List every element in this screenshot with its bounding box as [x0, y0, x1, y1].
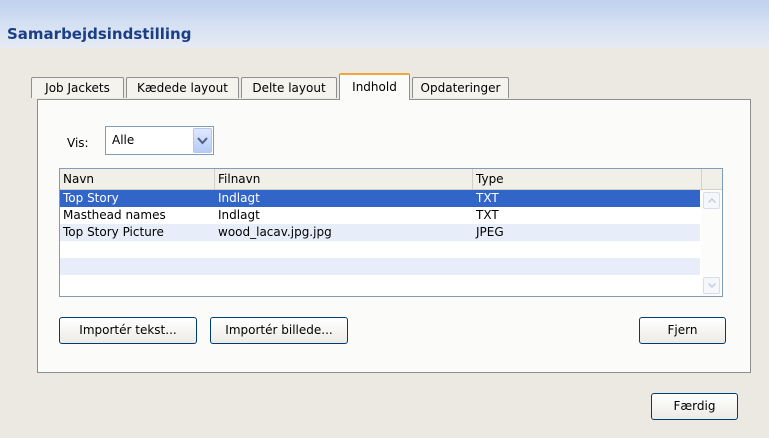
content-list[interactable]: Navn Filnavn Type Top Story Indlagt TXT … [59, 168, 723, 297]
empty-row [60, 241, 700, 258]
cell-navn: Masthead names [63, 208, 166, 222]
table-row[interactable]: Masthead names Indlagt TXT [60, 207, 700, 224]
chevron-up-icon [708, 198, 716, 203]
window-title: Samarbejdsindstilling [7, 25, 192, 43]
cell-filnavn: Indlagt [218, 208, 260, 222]
done-button[interactable]: Færdig [651, 393, 738, 420]
vertical-scrollbar[interactable] [701, 190, 722, 296]
cell-navn: Top Story [63, 191, 119, 205]
cell-type: TXT [476, 191, 499, 205]
tab-delte-layout[interactable]: Delte layout [241, 77, 337, 98]
tab-opdateringer[interactable]: Opdateringer [412, 77, 509, 98]
import-text-button[interactable]: Importér tekst... [59, 317, 197, 344]
tab-kaedede-layout[interactable]: Kædede layout [126, 77, 239, 98]
import-picture-button[interactable]: Importér billede... [210, 317, 348, 344]
show-filter-label: Vis: [67, 136, 89, 150]
cell-filnavn: wood_lacav.jpg.jpg [218, 225, 332, 239]
chevron-down-icon [708, 283, 716, 288]
dropdown-button[interactable] [193, 128, 212, 153]
cell-navn: Top Story Picture [63, 225, 164, 239]
tab-job-jackets[interactable]: Job Jackets [31, 77, 124, 98]
cell-filnavn: Indlagt [218, 191, 260, 205]
title-bar: Samarbejdsindstilling [0, 0, 769, 48]
scroll-down-button[interactable] [703, 277, 720, 294]
table-row[interactable]: Top Story Indlagt TXT [60, 190, 700, 207]
show-filter-select[interactable]: Alle [105, 126, 214, 155]
column-header-navn[interactable]: Navn [60, 169, 215, 189]
column-header-filnavn[interactable]: Filnavn [215, 169, 473, 189]
remove-button[interactable]: Fjern [639, 317, 726, 344]
column-header-type[interactable]: Type [473, 169, 702, 189]
cell-type: JPEG [476, 225, 504, 239]
scroll-up-button[interactable] [703, 192, 720, 209]
chevron-down-icon [197, 137, 208, 145]
list-header: Navn Filnavn Type [60, 169, 722, 190]
empty-row [60, 258, 700, 275]
table-row[interactable]: Top Story Picture wood_lacav.jpg.jpg JPE… [60, 224, 700, 241]
cell-type: TXT [476, 208, 499, 222]
tab-indhold[interactable]: Indhold [339, 73, 410, 100]
show-filter-value: Alle [112, 133, 135, 147]
